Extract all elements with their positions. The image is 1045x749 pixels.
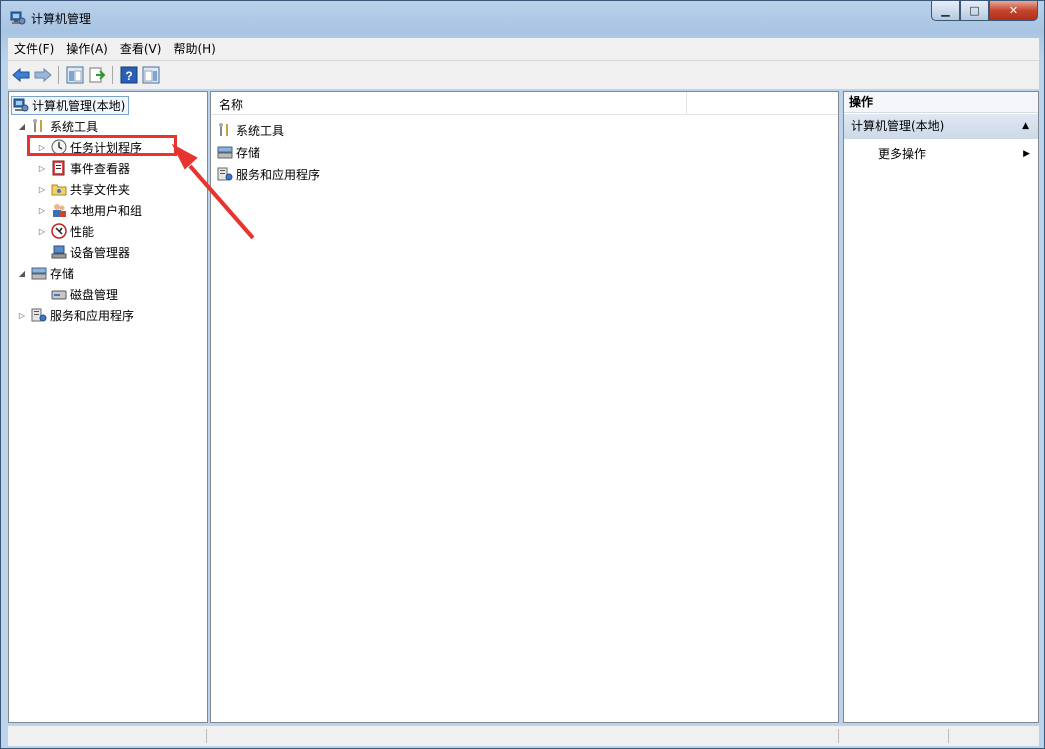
actions-group-computer-management[interactable]: 计算机管理(本地) ▲ [844, 114, 1038, 139]
minimize-button[interactable]: ▁ [931, 1, 960, 21]
storage-icon [31, 265, 47, 281]
status-bar [8, 725, 1039, 746]
collapse-icon[interactable]: ◢ [17, 269, 27, 278]
collapse-up-icon[interactable]: ▲ [1022, 114, 1029, 139]
close-icon: ✕ [1008, 4, 1019, 17]
status-divider [206, 729, 207, 743]
more-actions-label: 更多操作 [878, 147, 927, 161]
more-actions-item[interactable]: 更多操作 ▶ [878, 144, 1038, 164]
expand-icon[interactable]: ▷ [17, 311, 27, 320]
window-controls: ▁ □ ✕ [931, 1, 1038, 22]
close-button[interactable]: ✕ [989, 1, 1038, 21]
tree-item-storage[interactable]: ◢ 存储 [17, 263, 74, 283]
submenu-arrow-icon: ▶ [1023, 149, 1030, 159]
maximize-button[interactable]: □ [960, 1, 989, 21]
tree-item-disk-management[interactable]: 磁盘管理 [47, 284, 118, 304]
services-icon [31, 307, 47, 323]
content-list[interactable]: 名称 系统工具 存储 服务和应用程序 [210, 91, 839, 723]
status-divider [948, 729, 949, 743]
actions-group-label: 计算机管理(本地) [851, 119, 945, 133]
minimize-icon: ▁ [941, 4, 950, 17]
tree-label: 服务和应用程序 [50, 308, 135, 323]
status-divider [838, 729, 839, 743]
maximize-icon: □ [969, 4, 980, 17]
actions-header: 操作 [844, 92, 1038, 113]
actions-pane: 操作 计算机管理(本地) ▲ 更多操作 ▶ [843, 91, 1039, 723]
tree-label: 磁盘管理 [70, 287, 119, 302]
tree-label: 存储 [50, 266, 75, 281]
disk-icon [51, 286, 67, 302]
list-header: 名称 [211, 92, 838, 115]
tree-item-services-apps[interactable]: ▷ 服务和应用程序 [17, 305, 134, 325]
column-divider[interactable] [686, 92, 687, 114]
red-arrow-annotation [171, 143, 255, 240]
